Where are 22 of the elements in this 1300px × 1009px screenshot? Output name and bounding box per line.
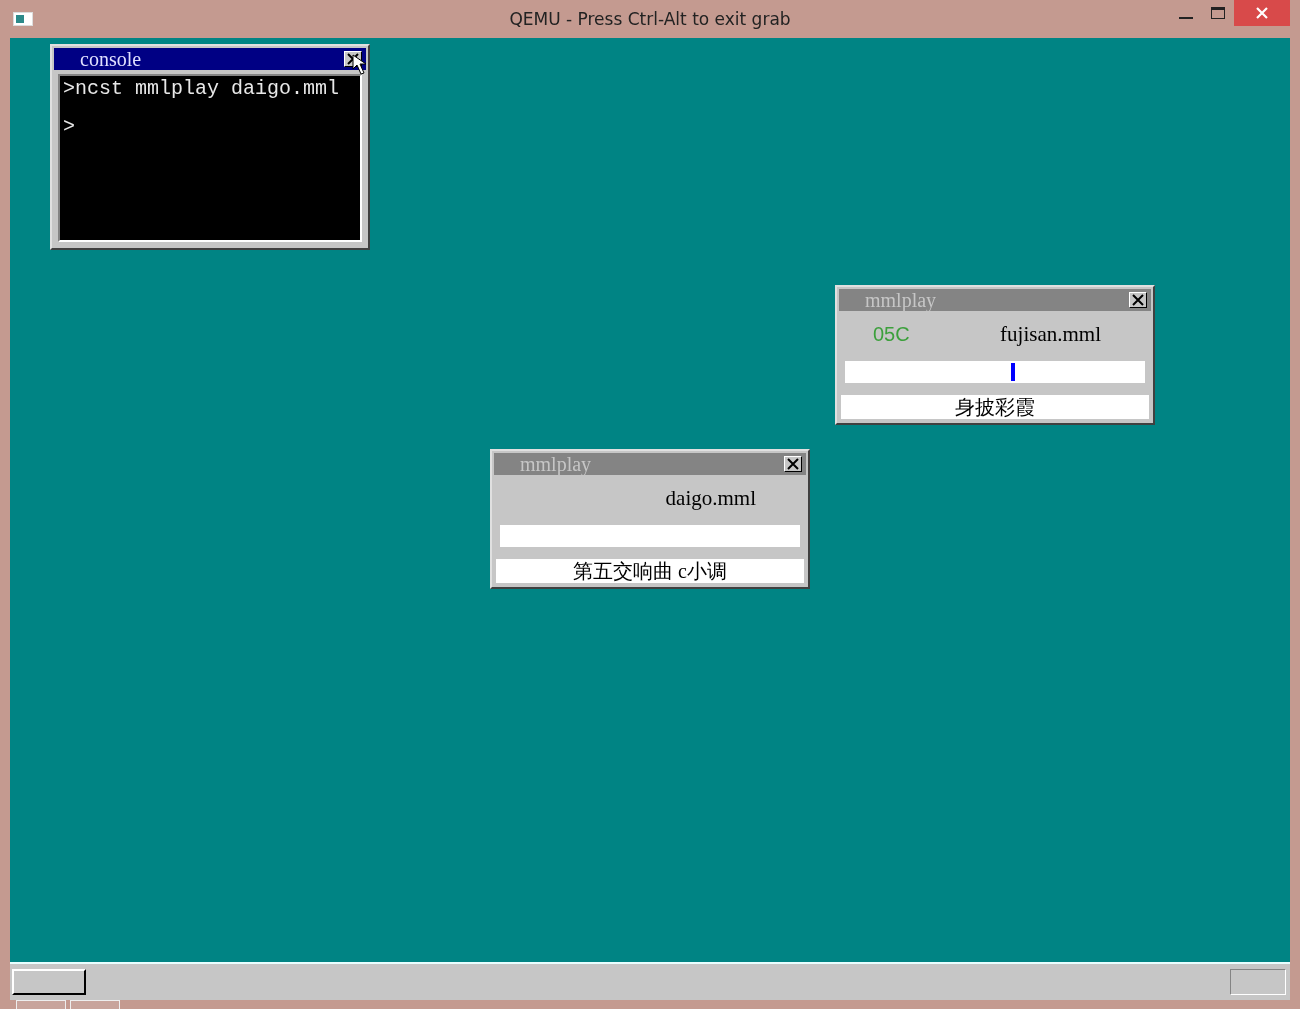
- maximize-icon: [1211, 7, 1225, 19]
- window-title: mmlplay: [865, 288, 937, 312]
- close-icon: [1132, 294, 1144, 306]
- minimize-icon: [1179, 17, 1193, 19]
- close-icon: [347, 53, 359, 65]
- file-name: fujisan.mml: [1000, 321, 1101, 347]
- note-label: 05C: [873, 322, 910, 346]
- terminal-line: >ncst mmlplay daigo.mml: [63, 78, 340, 100]
- terminal-line: >: [63, 116, 75, 138]
- start-button[interactable]: [12, 969, 86, 995]
- file-name: daigo.mml: [665, 485, 756, 511]
- close-button[interactable]: [1129, 292, 1147, 308]
- close-icon: [787, 458, 799, 470]
- window-title: QEMU - Press Ctrl-Alt to exit grab: [509, 9, 791, 29]
- song-title: 第五交响曲 c小调: [496, 559, 804, 583]
- song-title: 身披彩霞: [841, 395, 1149, 419]
- window-title: console: [80, 47, 142, 71]
- window-title: mmlplay: [520, 452, 592, 476]
- close-button[interactable]: [784, 456, 802, 472]
- tray-area: [1230, 969, 1286, 995]
- app-icon: [13, 12, 33, 26]
- close-icon: [1256, 7, 1268, 19]
